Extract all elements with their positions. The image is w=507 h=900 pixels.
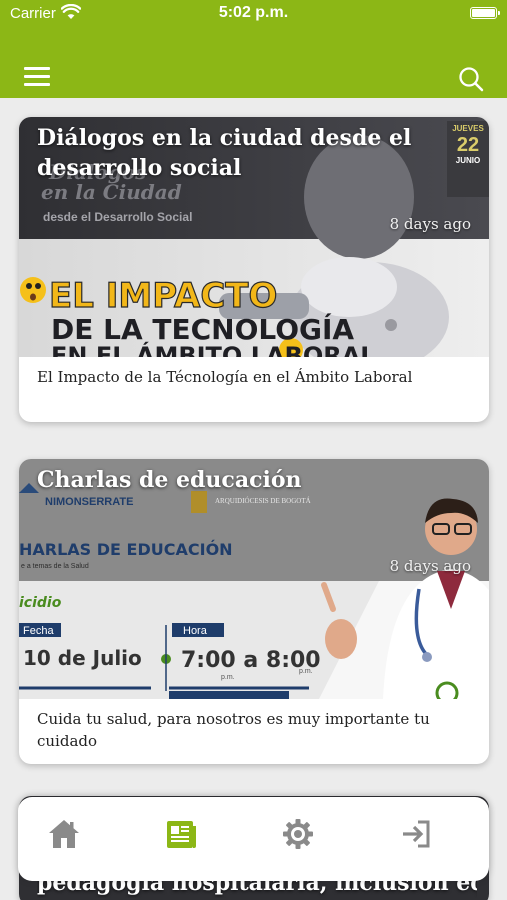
- card-image: NIMONSERRATE ARQUIDIÓCESIS DE BOGOTÁ HAR…: [19, 459, 489, 699]
- status-bar: Carrier 5:02 p.m.: [0, 0, 507, 30]
- image-headline-3: EN EL ÁMBITO LABORAL: [51, 341, 376, 357]
- card-title: Diálogos en la ciudad desde el desarroll…: [37, 125, 412, 181]
- image-pm-2: p.m.: [299, 668, 313, 675]
- home-icon[interactable]: [47, 817, 81, 851]
- image-subheading: e a temas de la Salud: [21, 563, 89, 570]
- card-date: 8 days ago: [389, 215, 471, 233]
- news-icon[interactable]: [164, 817, 198, 851]
- image-subtitle: desde el Desarrollo Social: [43, 210, 192, 224]
- image-org-label: NIMONSERRATE: [45, 496, 133, 508]
- card-description: Cuida tu salud, para nosotros es muy imp…: [37, 710, 430, 750]
- image-fecha-label: Fecha: [23, 625, 54, 637]
- image-script-line2: en la Ciudad: [41, 180, 182, 204]
- app-header: Carrier 5:02 p.m.: [0, 0, 507, 98]
- card-description: El Impacto de la Técnología en el Ámbito…: [37, 368, 413, 386]
- image-heading: HARLAS DE EDUCACIÓN: [19, 540, 233, 559]
- clock: 5:02 p.m.: [218, 4, 289, 21]
- card-date: 8 days ago: [389, 557, 471, 575]
- news-feed[interactable]: JUEVES 22 JUNIO Diálogos en la Ciudad de…: [0, 98, 507, 900]
- news-card[interactable]: JUEVES 22 JUNIO Diálogos en la Ciudad de…: [19, 117, 489, 422]
- hamburger-menu-icon[interactable]: [24, 66, 50, 86]
- card-title: Charlas de educación: [37, 467, 302, 493]
- image-topic: icidio: [19, 595, 62, 611]
- search-icon[interactable]: [458, 66, 484, 92]
- image-hora-label: Hora: [183, 625, 208, 637]
- logout-icon[interactable]: [399, 817, 433, 851]
- gear-icon[interactable]: [281, 817, 315, 851]
- image-arch-label: ARQUIDIÓCESIS DE BOGOTÁ: [215, 497, 311, 505]
- image-headline-1: EL IMPACTO: [49, 276, 277, 316]
- image-fecha-value: 10 de Julio: [23, 646, 142, 670]
- image-headline-2: DE LA TECNOLOGÍA: [51, 312, 354, 346]
- image-pm-1: p.m.: [221, 674, 235, 681]
- battery-icon: [470, 7, 500, 19]
- news-card[interactable]: NIMONSERRATE ARQUIDIÓCESIS DE BOGOTÁ HAR…: [19, 459, 489, 764]
- bottom-navigation: [18, 797, 489, 881]
- card-image: JUEVES 22 JUNIO Diálogos en la Ciudad de…: [19, 117, 489, 357]
